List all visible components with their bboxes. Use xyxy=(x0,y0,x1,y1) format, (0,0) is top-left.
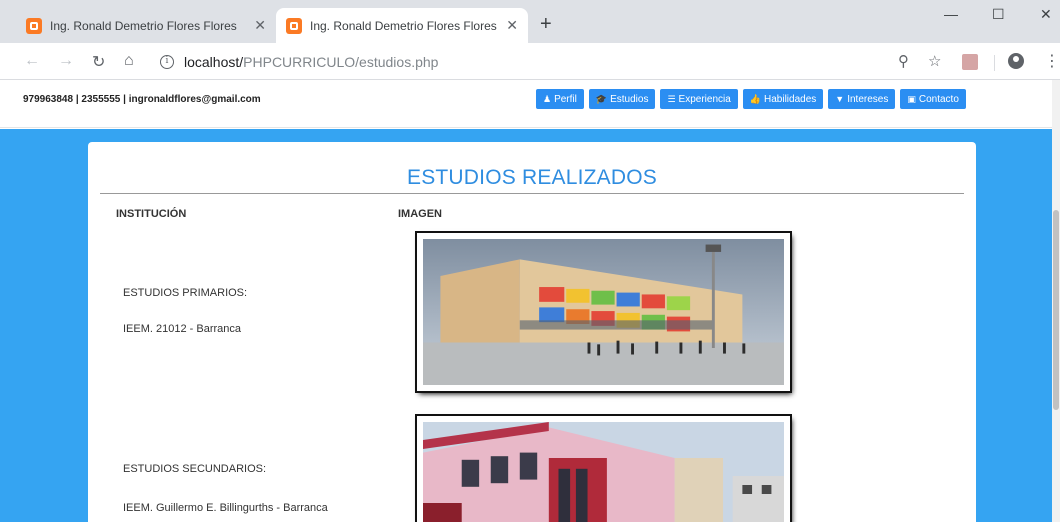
person-icon: ♟ xyxy=(543,93,552,104)
close-window-button[interactable]: ✕ xyxy=(1040,6,1052,23)
browser-tab-active[interactable]: Ing. Ronald Demetrio Flores Flores ✕ xyxy=(276,8,528,43)
heading-divider xyxy=(100,193,964,194)
nav-intereses-button[interactable]: ▼ Intereses xyxy=(828,89,896,109)
url-host: localhost/ xyxy=(184,54,244,70)
secondary-school-photo xyxy=(415,414,792,522)
nav-buttons: ♟ Perfil 🎓 Estudios ☰ Experiencia 👍 Habilida… xyxy=(536,89,971,109)
xampp-favicon-icon xyxy=(26,17,42,34)
nav-label: Intereses xyxy=(847,93,889,105)
school-building-photo xyxy=(415,231,792,393)
nav-experiencia-button[interactable]: ☰ Experiencia xyxy=(660,89,738,109)
graduation-cap-icon: 🎓 xyxy=(595,93,608,104)
page-scrollbar[interactable] xyxy=(1052,80,1060,522)
xampp-favicon-icon xyxy=(286,17,302,34)
site-navbar: 979963848 | 2355555 | ingronaldflores@gm… xyxy=(0,80,1060,128)
column-header-institution: INSTITUCIÓN xyxy=(116,208,187,220)
studies-card: ESTUDIOS REALIZADOS INSTITUCIÓN IMAGEN E… xyxy=(88,142,976,522)
nav-habilidades-button[interactable]: 👍 Habilidades xyxy=(742,89,824,109)
contact-info: 979963848 | 2355555 | ingronaldflores@gm… xyxy=(23,94,261,105)
nav-label: Estudios xyxy=(610,93,649,105)
forward-arrow-icon[interactable]: → xyxy=(58,52,74,70)
scrollbar-thumb[interactable] xyxy=(1053,210,1059,410)
nav-contacto-button[interactable]: ▣ Contacto xyxy=(900,89,966,109)
info-icon[interactable]: i xyxy=(160,55,174,69)
study-type-label: ESTUDIOS SECUNDARIOS: xyxy=(123,463,267,475)
nav-estudios-button[interactable]: 🎓 Estudios xyxy=(588,89,656,109)
minimize-button[interactable]: — xyxy=(944,6,958,22)
browser-toolbar: ← → ↻ ⌂ i localhost/PHPCURRICULO/estudio… xyxy=(0,43,1060,80)
column-header-image: IMAGEN xyxy=(398,208,442,220)
nav-perfil-button[interactable]: ♟ Perfil xyxy=(536,89,584,109)
back-arrow-icon[interactable]: ← xyxy=(24,52,40,70)
close-tab-icon[interactable]: ✕ xyxy=(254,17,266,34)
new-tab-button[interactable]: + xyxy=(540,14,552,34)
bookmark-star-icon[interactable]: ☆ xyxy=(928,52,941,70)
study-institution: IEEM. 21012 - Barranca xyxy=(123,323,242,335)
tab-title: Ing. Ronald Demetrio Flores Flores xyxy=(310,18,497,33)
pdf-extension-icon[interactable] xyxy=(962,54,978,70)
toolbar-divider xyxy=(994,55,995,71)
study-institution: IEEM. Guillermo E. Billingurths - Barran… xyxy=(123,502,328,514)
menu-kebab-icon[interactable]: ⋮ xyxy=(1044,51,1060,71)
nav-label: Contacto xyxy=(918,93,959,105)
browser-tab-strip: Ing. Ronald Demetrio Flores Flores ✕ Ing… xyxy=(0,0,1060,43)
zoom-icon[interactable]: ⚲ xyxy=(898,52,909,70)
contact-card-icon: ▣ xyxy=(907,93,916,104)
home-icon[interactable]: ⌂ xyxy=(124,52,134,70)
filter-icon: ▼ xyxy=(835,94,845,104)
maximize-button[interactable]: ☐ xyxy=(992,6,1005,23)
page-title: ESTUDIOS REALIZADOS xyxy=(406,166,658,189)
thumbs-up-icon: 👍 xyxy=(749,93,762,104)
browser-tab[interactable]: Ing. Ronald Demetrio Flores Flores ✕ xyxy=(16,8,276,43)
nav-label: Experiencia xyxy=(678,93,731,105)
nav-label: Perfil xyxy=(554,93,577,105)
close-tab-icon[interactable]: ✕ xyxy=(506,17,518,34)
address-bar[interactable]: i localhost/PHPCURRICULO/estudios.php xyxy=(160,48,890,76)
url-path: PHPCURRICULO/estudios.php xyxy=(243,54,439,70)
profile-icon[interactable] xyxy=(1008,53,1024,69)
reload-icon[interactable]: ↻ xyxy=(92,52,105,72)
tab-title: Ing. Ronald Demetrio Flores Flores xyxy=(50,18,237,33)
study-type-label: ESTUDIOS PRIMARIOS: xyxy=(123,287,248,299)
nav-label: Habilidades xyxy=(764,93,817,105)
database-icon: ☰ xyxy=(667,93,676,104)
